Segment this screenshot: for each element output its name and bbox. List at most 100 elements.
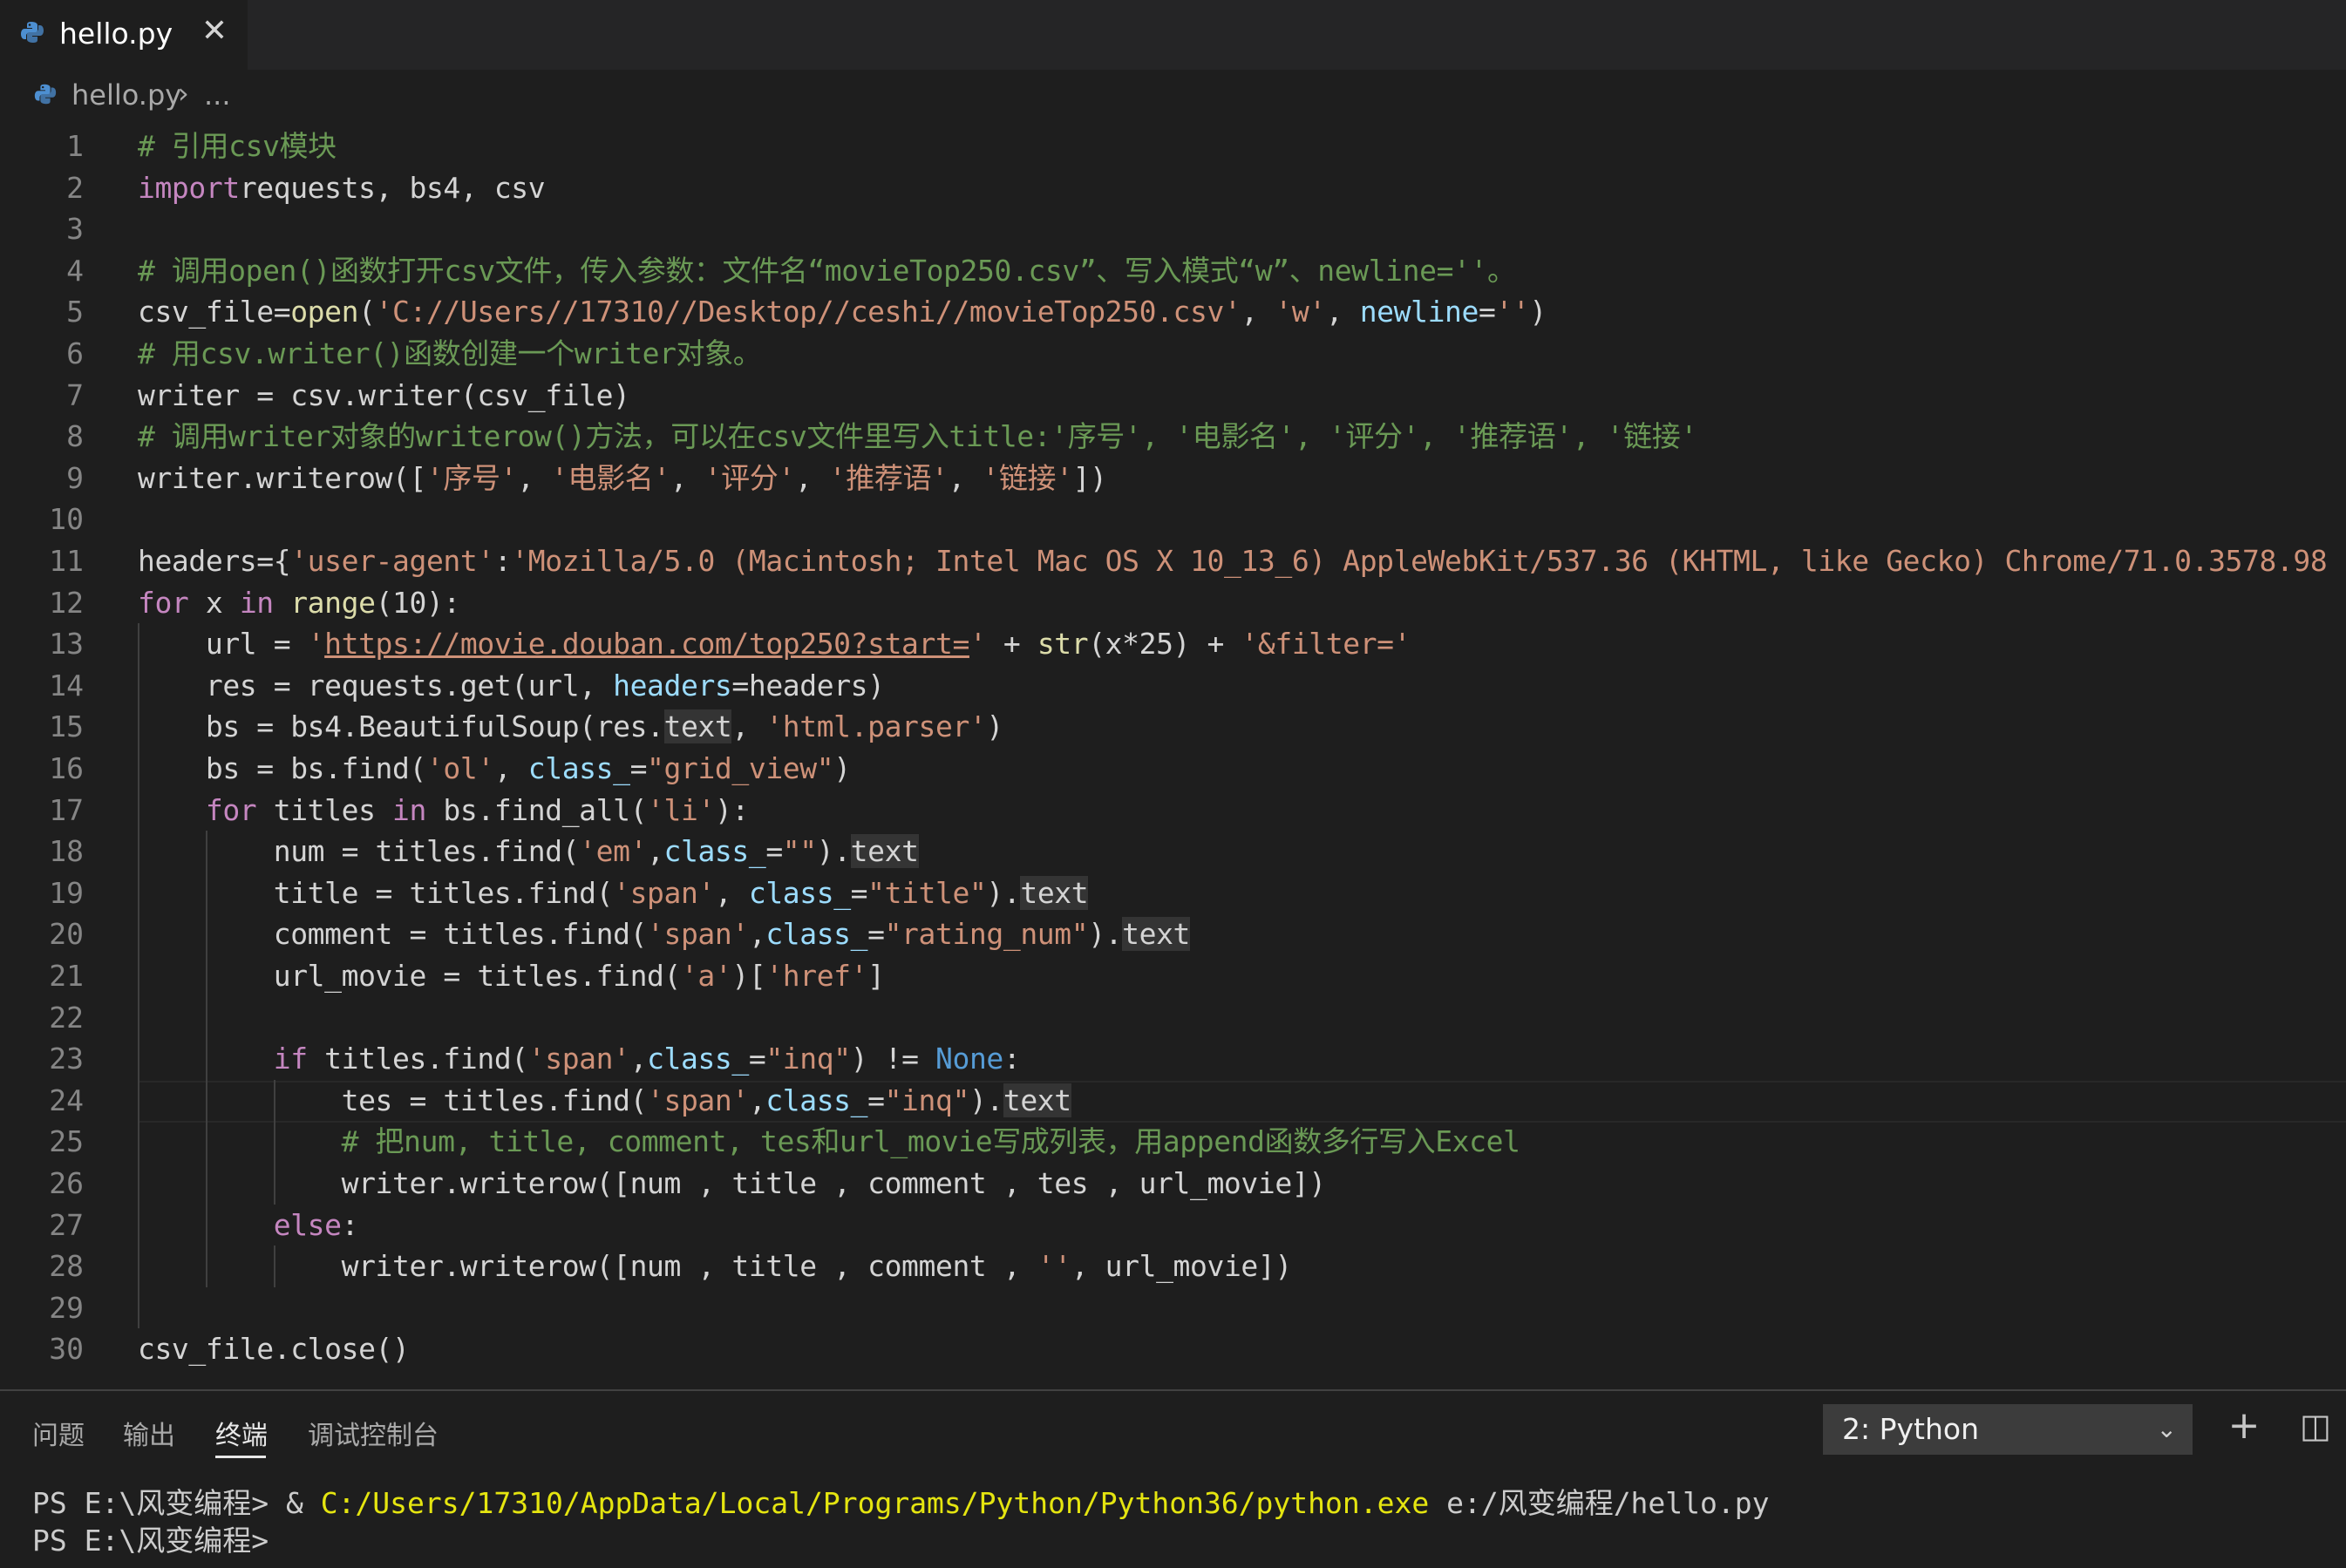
line-number: 16 bbox=[49, 751, 84, 785]
code-line[interactable]: res = requests.get(url, headers=headers) bbox=[138, 665, 885, 707]
code-line[interactable]: # 把num, title, comment, tes和url_movie写成列… bbox=[138, 1121, 1520, 1163]
code-token: , bbox=[517, 460, 552, 495]
line-number: 14 bbox=[49, 668, 84, 703]
code-line[interactable]: num = titles.find('em',class_="").text bbox=[138, 831, 919, 872]
code-line[interactable]: bs = bs4.BeautifulSoup(res.text, 'html.p… bbox=[138, 706, 1003, 748]
terminal-select[interactable]: 2: Python ⌄ bbox=[1823, 1404, 2193, 1455]
code-token: ) bbox=[1529, 295, 1547, 329]
code-token: newline bbox=[1359, 295, 1479, 329]
code-token: url_movie = titles.find( bbox=[138, 959, 682, 993]
code-line[interactable]: # 引用csv模块 bbox=[138, 126, 337, 167]
line-number: 3 bbox=[66, 212, 84, 247]
code-token: in bbox=[239, 585, 274, 620]
tab-problems[interactable]: 问题 bbox=[32, 1414, 85, 1452]
code-token: 'href' bbox=[765, 959, 868, 993]
code-token: num = titles.find( bbox=[138, 834, 580, 869]
code-line[interactable]: url_movie = titles.find('a')['href'] bbox=[138, 955, 885, 997]
code-line[interactable]: if titles.find('span',class_="inq") != N… bbox=[138, 1038, 1021, 1080]
breadcrumb-more[interactable]: ... bbox=[204, 78, 231, 112]
code-token: '推荐语' bbox=[828, 460, 949, 495]
code-line[interactable]: # 用csv.writer()函数创建一个writer对象。 bbox=[138, 333, 762, 375]
code-line[interactable]: # 调用open()函数打开csv文件，传入参数：文件名“movieTop250… bbox=[138, 250, 1516, 292]
tab-debug-console[interactable]: 调试控制台 bbox=[308, 1414, 439, 1452]
code-token: x bbox=[188, 585, 240, 620]
code-token: ' bbox=[307, 627, 325, 662]
tab-bar: hello.py ✕ bbox=[0, 0, 2346, 70]
code-line[interactable]: for titles in bs.find_all('li'): bbox=[138, 790, 749, 832]
add-terminal-icon[interactable]: + bbox=[2225, 1407, 2263, 1445]
code-token: ). bbox=[969, 1083, 1003, 1117]
code-token: = bbox=[867, 917, 885, 952]
terminal-command-arg: e:/风变编程/hello.py bbox=[1429, 1486, 1770, 1520]
code-line[interactable]: bs = bs.find('ol', class_="grid_view") bbox=[138, 748, 851, 790]
code-token: , bbox=[714, 875, 749, 910]
terminal-line-2[interactable]: PS E:\风变编程> bbox=[32, 1522, 269, 1560]
code-token: 'li' bbox=[647, 792, 715, 827]
code-token: title = titles.find( bbox=[138, 875, 614, 910]
breadcrumb-file[interactable]: hello.py bbox=[71, 78, 181, 112]
code-token: 'C://Users//17310//Desktop//ceshi//movie… bbox=[375, 295, 1241, 329]
code-line[interactable]: url = 'https://movie.douban.com/top250?s… bbox=[138, 623, 1411, 665]
code-token: , bbox=[748, 917, 766, 952]
line-number: 30 bbox=[49, 1332, 84, 1367]
code-token: "inq" bbox=[765, 1042, 851, 1076]
code-token: requests, bs4, csv bbox=[239, 170, 546, 205]
code-token: 'ol' bbox=[425, 751, 494, 785]
code-line[interactable]: writer.writerow([num , title , comment ,… bbox=[138, 1163, 1327, 1205]
code-token: (x*25) + bbox=[1088, 627, 1241, 662]
code-token: : bbox=[341, 1207, 359, 1242]
code-line[interactable]: for x in range(10): bbox=[138, 582, 460, 624]
code-editor[interactable]: 1 # 引用csv模块 2 importrequests, bs4, csv 3 4 # 调… bbox=[0, 124, 2346, 1388]
python-file-icon bbox=[21, 22, 44, 43]
code-token: '&filter=' bbox=[1241, 627, 1411, 662]
code-token: ]) bbox=[1072, 460, 1107, 495]
code-line[interactable]: title = titles.find('span', class_="titl… bbox=[138, 872, 1089, 914]
tab-output[interactable]: 输出 bbox=[123, 1414, 175, 1452]
code-token: = bbox=[1478, 295, 1496, 329]
line-number: 9 bbox=[66, 460, 84, 495]
code-token: # 引用csv模块 bbox=[138, 129, 337, 163]
code-token: ): bbox=[714, 792, 749, 827]
code-line[interactable]: csv_file=open('C://Users//17310//Desktop… bbox=[138, 291, 1547, 333]
code-token: https://movie.douban.com/top250?start= bbox=[324, 627, 969, 662]
code-line[interactable]: headers={'user-agent':'Mozilla/5.0 (Maci… bbox=[138, 540, 2346, 582]
split-terminal-icon[interactable]: ◫ bbox=[2296, 1407, 2335, 1445]
tab-hello-py[interactable]: hello.py ✕ bbox=[0, 0, 248, 70]
code-token: 'em' bbox=[579, 834, 648, 869]
code-token: class_ bbox=[647, 1042, 749, 1076]
code-line[interactable]: importrequests, bs4, csv bbox=[138, 167, 546, 209]
code-line[interactable]: writer.writerow(['序号', '电影名', '评分', '推荐语… bbox=[138, 458, 1107, 499]
line-number: 17 bbox=[49, 792, 84, 827]
tab-terminal[interactable]: 终端 bbox=[215, 1414, 268, 1452]
code-line[interactable]: else: bbox=[138, 1205, 359, 1246]
terminal-line-1[interactable]: PS E:\风变编程> & C:/Users/17310/AppData/Loc… bbox=[32, 1484, 1770, 1523]
code-token: url = bbox=[138, 627, 308, 662]
code-token: ' bbox=[969, 627, 987, 662]
code-token: = bbox=[867, 1083, 885, 1117]
code-token: for bbox=[138, 585, 189, 620]
code-token: class_ bbox=[765, 1083, 868, 1117]
code-token: class_ bbox=[663, 834, 766, 869]
code-line[interactable]: tes = titles.find('span',class_="inq").t… bbox=[138, 1080, 1071, 1122]
code-token: ). bbox=[816, 834, 851, 869]
line-number: 13 bbox=[49, 627, 84, 662]
line-number: 24 bbox=[49, 1083, 84, 1117]
code-line[interactable]: writer = csv.writer(csv_file) bbox=[138, 375, 630, 417]
code-token: + bbox=[986, 627, 1037, 662]
code-token: 'w' bbox=[1275, 295, 1326, 329]
code-token: ). bbox=[1088, 917, 1123, 952]
code-token: # 调用writer对象的writerow()方法，可以在csv文件里写入tit… bbox=[138, 419, 1697, 454]
code-line[interactable]: comment = titles.find('span',class_="rat… bbox=[138, 913, 1190, 955]
tab-label: hello.py bbox=[59, 17, 173, 51]
code-token: =headers) bbox=[731, 668, 885, 703]
close-icon[interactable]: ✕ bbox=[199, 16, 230, 47]
code-token: '电影名' bbox=[551, 460, 670, 495]
code-token: , bbox=[731, 709, 766, 744]
code-line[interactable]: # 调用writer对象的writerow()方法，可以在csv文件里写入tit… bbox=[138, 416, 1697, 458]
code-line[interactable]: csv_file.close() bbox=[138, 1328, 410, 1370]
line-number: 12 bbox=[49, 585, 84, 620]
code-token: '' bbox=[1495, 295, 1530, 329]
code-line[interactable]: writer.writerow([num , title , comment ,… bbox=[138, 1246, 1293, 1287]
